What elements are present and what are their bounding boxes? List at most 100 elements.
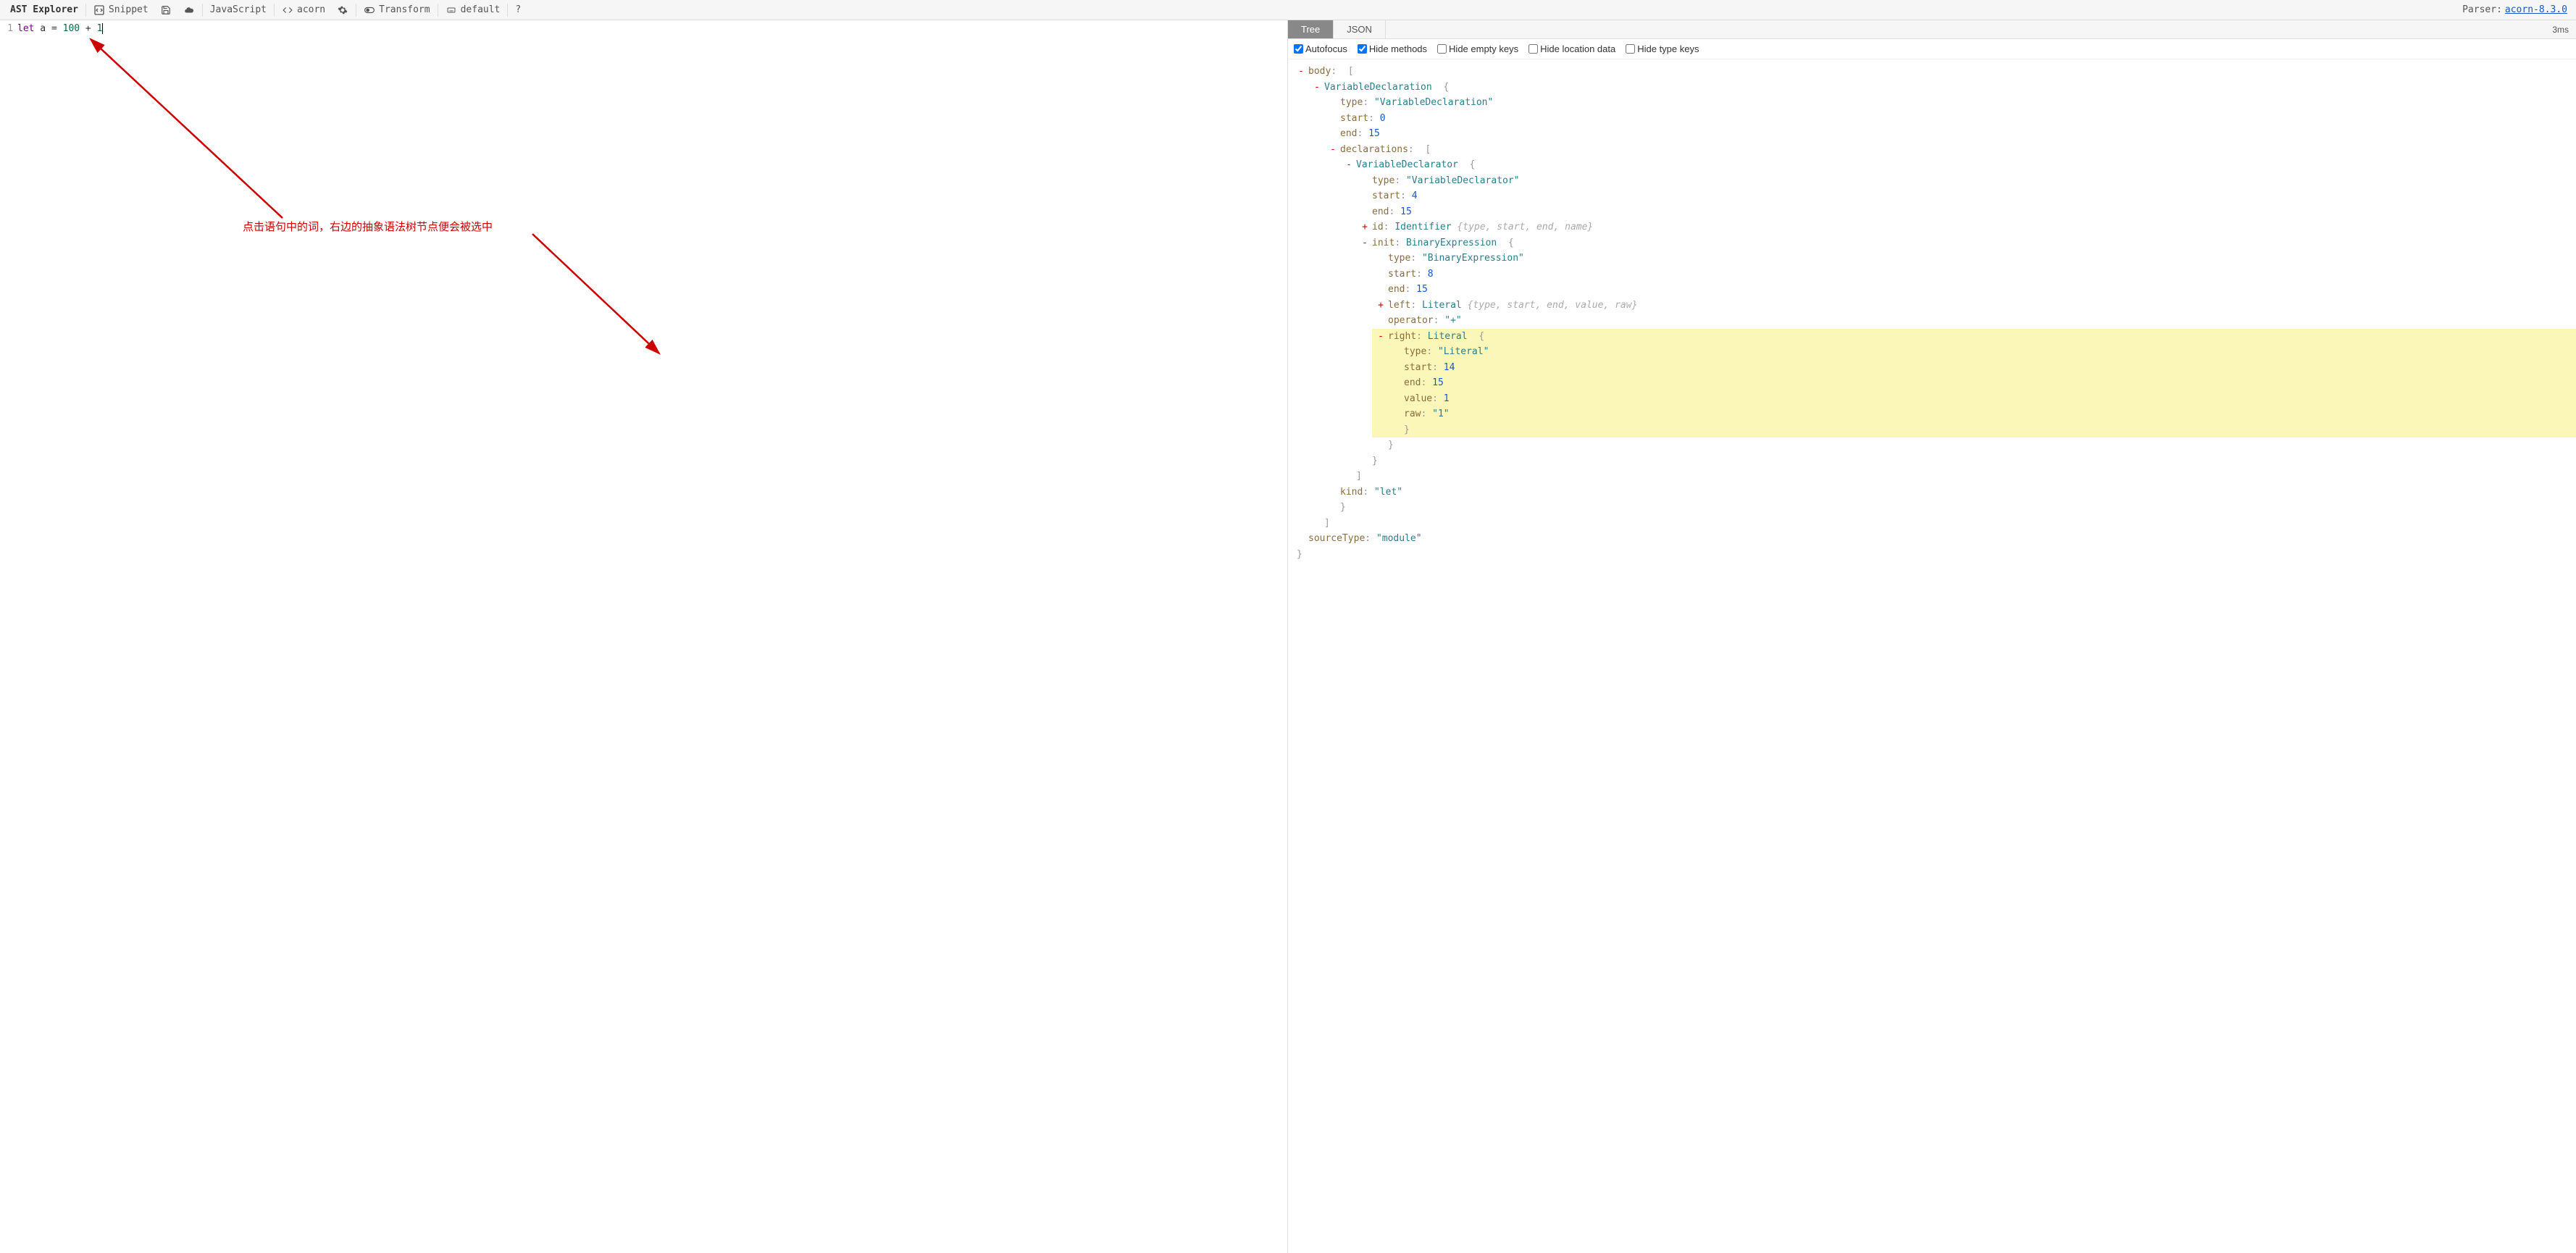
key-id: id (1372, 222, 1384, 232)
prop-type: type: "VariableDeclaration" (1324, 95, 2576, 111)
snippet-label: Snippet (109, 4, 149, 15)
type-literal-left[interactable]: Literal (1422, 300, 1462, 311)
help-button[interactable]: ? (509, 0, 527, 20)
collapse-icon[interactable]: - (1297, 64, 1305, 80)
collapse-icon[interactable]: - (1329, 142, 1337, 158)
separator (202, 4, 203, 17)
node-variable-declaration[interactable]: - VariableDeclaration { type: "VariableD… (1308, 80, 2576, 516)
autofocus-label: Autofocus (1305, 43, 1347, 54)
node-variable-declarator[interactable]: - VariableDeclarator { type: "VariableDe… (1340, 157, 2576, 469)
collapse-icon[interactable]: - (1345, 157, 1353, 173)
parser-version-link[interactable]: acorn-8.3.0 (2505, 4, 2572, 15)
close-brace: } (1324, 500, 2576, 516)
hide-empty-checkbox[interactable] (1437, 44, 1447, 54)
hide-methods-label: Hide methods (1369, 43, 1427, 54)
autofocus-checkbox[interactable] (1294, 44, 1303, 54)
hide-type-checkbox[interactable] (1626, 44, 1635, 54)
token-1[interactable]: 1 (97, 23, 103, 34)
keyboard-icon (446, 4, 457, 16)
token-let[interactable]: let (17, 23, 34, 34)
collapse-icon[interactable]: - (1376, 329, 1385, 345)
opt-autofocus[interactable]: Autofocus (1294, 43, 1347, 54)
code-icon (93, 4, 105, 16)
token-plus[interactable]: + (80, 23, 96, 34)
prop-kind: kind: "let" (1324, 485, 2576, 500)
brand: AST Explorer (4, 4, 84, 15)
code-line[interactable]: let a = 100 + 1 (17, 23, 103, 34)
text-cursor (102, 23, 103, 34)
node-declarations[interactable]: - declarations: [ - VariableDeclarator {… (1324, 142, 2576, 485)
close-brace: } (1292, 547, 2576, 563)
close-brace: } (1388, 422, 2576, 438)
toolbar: AST Explorer Snippet JavaScript acorn Tr… (0, 0, 2576, 20)
save-button[interactable] (154, 0, 177, 20)
prop-type: type: "BinaryExpression" (1372, 251, 2576, 267)
separator (85, 4, 86, 17)
tab-json[interactable]: JSON (1334, 20, 1386, 38)
prop-operator: operator: "+" (1372, 313, 2576, 329)
line-number: 1 (0, 23, 17, 34)
id-summary: {type, start, end, name} (1457, 222, 1593, 232)
prop-sourcetype: sourceType: "module" (1292, 531, 2576, 547)
opt-hide-type[interactable]: Hide type keys (1626, 43, 1699, 54)
node-right-highlighted[interactable]: - right: Literal { type: "Literal" start… (1372, 329, 2576, 438)
node-left[interactable]: + left: Literal {type, start, end, value… (1372, 298, 2576, 314)
code-brackets-icon (282, 4, 293, 16)
code-editor[interactable]: 1 let a = 100 + 1 (0, 20, 1287, 34)
token-a[interactable]: a (34, 23, 51, 34)
parser-selector[interactable]: acorn (276, 0, 331, 20)
expand-icon[interactable]: + (1360, 219, 1369, 235)
main-split: 1 let a = 100 + 1 点击语句中的词，右边的抽象语法树节点便会被选… (0, 20, 2576, 1253)
close-brace: } (1372, 437, 2576, 453)
node-init[interactable]: - init: BinaryExpression { type: "Binary… (1356, 235, 2576, 453)
prop-start: start: 14 (1388, 360, 2576, 376)
ast-tree[interactable]: - body: [ - VariableDeclaration { type: … (1288, 59, 2576, 1253)
opt-hide-location[interactable]: Hide location data (1529, 43, 1615, 54)
collapse-icon[interactable]: - (1313, 80, 1321, 96)
token-eq[interactable]: = (51, 23, 63, 34)
save-icon (160, 4, 172, 16)
token-100[interactable]: 100 (63, 23, 80, 34)
tree-options: Autofocus Hide methods Hide empty keys H… (1288, 39, 2576, 59)
parser-label: acorn (297, 4, 325, 15)
type-identifier[interactable]: Identifier (1394, 222, 1451, 232)
code-editor-pane[interactable]: 1 let a = 100 + 1 点击语句中的词，右边的抽象语法树节点便会被选… (0, 20, 1288, 1253)
expand-icon[interactable]: + (1376, 298, 1385, 314)
type-variable-declarator[interactable]: VariableDeclarator (1356, 159, 1458, 170)
type-binaryexpression[interactable]: BinaryExpression (1406, 238, 1497, 248)
collapse-icon[interactable]: - (1360, 235, 1369, 251)
snippet-button[interactable]: Snippet (88, 0, 154, 20)
tab-tree[interactable]: Tree (1288, 20, 1334, 38)
key-right: right (1388, 331, 1416, 342)
transform-label: Transform (379, 4, 430, 15)
node-id[interactable]: + id: Identifier {type, start, end, name… (1356, 219, 2576, 235)
language-label: JavaScript (210, 4, 267, 15)
separator (274, 4, 275, 17)
cloud-button[interactable] (177, 0, 201, 20)
ast-output-pane: Tree JSON 3ms Autofocus Hide methods Hid… (1288, 20, 2576, 1253)
hide-methods-checkbox[interactable] (1358, 44, 1367, 54)
opt-hide-empty[interactable]: Hide empty keys (1437, 43, 1518, 54)
prop-start: start: 8 (1372, 267, 2576, 282)
node-body[interactable]: - body: [ - VariableDeclaration { type: … (1292, 64, 2576, 531)
prop-type: type: "Literal" (1388, 344, 2576, 360)
language-selector[interactable]: JavaScript (204, 0, 272, 20)
type-literal-right[interactable]: Literal (1428, 331, 1468, 342)
hide-empty-label: Hide empty keys (1449, 43, 1518, 54)
parser-info-label: Parser: (2462, 4, 2505, 15)
type-variable-declaration[interactable]: VariableDeclaration (1324, 82, 1432, 93)
parse-timing: 3ms (2545, 25, 2576, 35)
hide-location-checkbox[interactable] (1529, 44, 1538, 54)
default-button[interactable]: default (440, 0, 506, 20)
prop-end: end: 15 (1388, 375, 2576, 391)
cloud-icon (183, 4, 195, 16)
default-label: default (461, 4, 501, 15)
prop-start: start: 4 (1356, 188, 2576, 204)
opt-hide-methods[interactable]: Hide methods (1358, 43, 1427, 54)
prop-end: end: 15 (1372, 282, 2576, 298)
prop-end: end: 15 (1324, 126, 2576, 142)
transform-button[interactable]: Transform (358, 0, 435, 20)
toggle-icon (364, 4, 375, 16)
close-bracket: ] (1340, 469, 2576, 485)
parser-settings-button[interactable] (331, 0, 354, 20)
